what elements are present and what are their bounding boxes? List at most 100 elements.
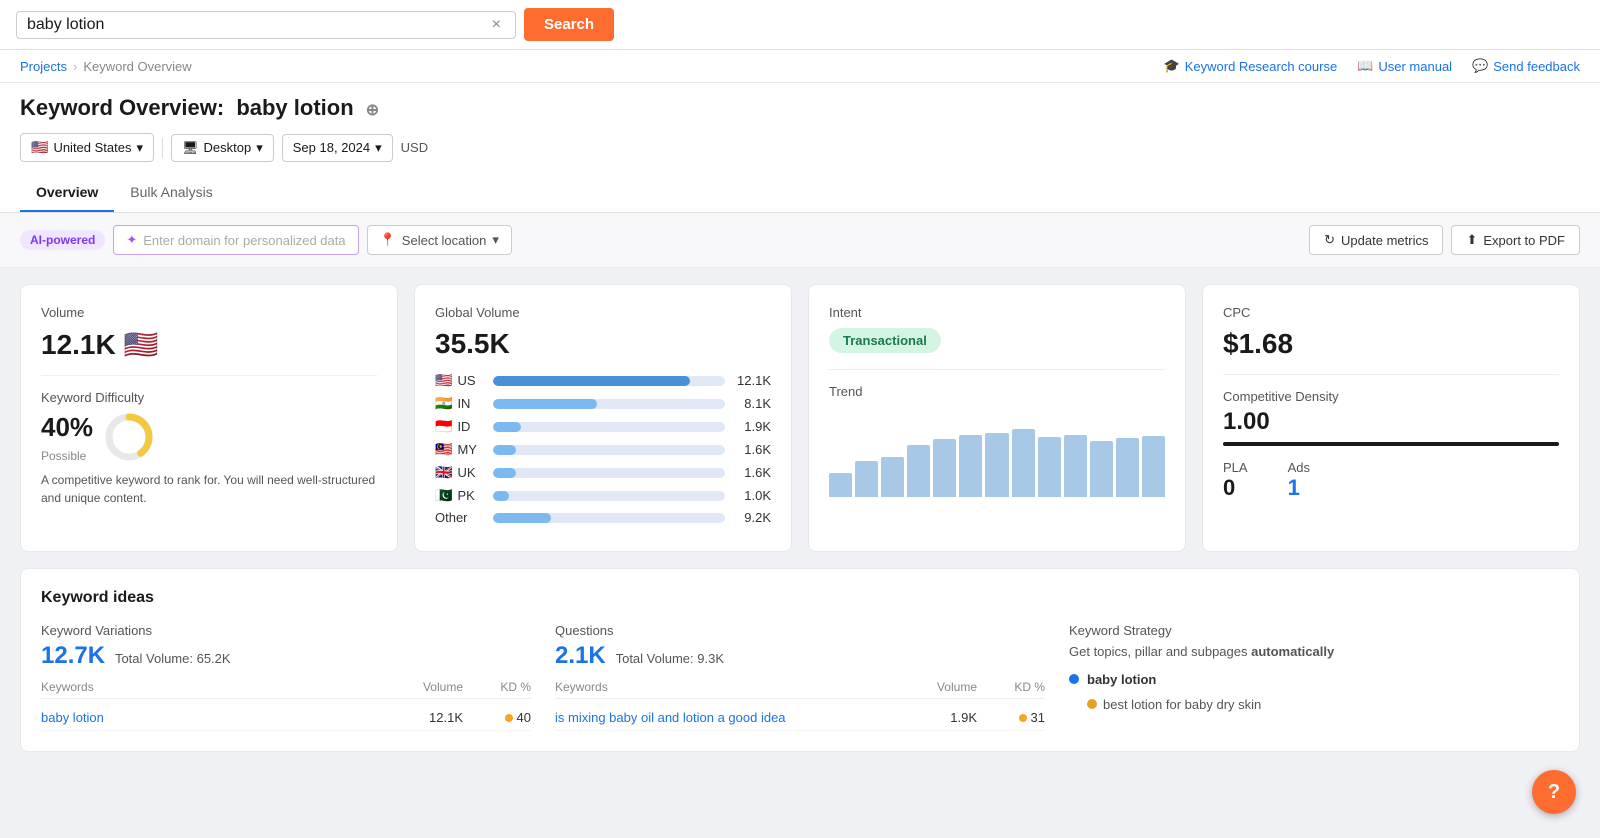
- strategy-keyword-1: baby lotion: [1087, 672, 1156, 687]
- variation-volume: 12.1K: [383, 710, 463, 725]
- global-volume-label: Global Volume: [435, 305, 771, 320]
- country-filter[interactable]: 🇺🇸 United States ▾: [20, 133, 154, 162]
- ads-item: Ads 1: [1288, 460, 1310, 501]
- variations-total: Total Volume: 65.2K: [115, 651, 231, 666]
- questions-col: Questions 2.1K Total Volume: 9.3K Keywor…: [555, 623, 1045, 731]
- toolbar: AI-powered ✦ Enter domain for personaliz…: [0, 213, 1600, 268]
- pla-label: PLA: [1223, 460, 1248, 475]
- questions-total: Total Volume: 9.3K: [616, 651, 724, 666]
- breadcrumb-bar: Projects › Keyword Overview 🎓 Keyword Re…: [0, 50, 1600, 83]
- bar-row-my: 🇲🇾MY 1.6K: [435, 441, 771, 458]
- question-keyword[interactable]: is mixing baby oil and lotion a good ide…: [555, 710, 889, 725]
- variations-col: Keyword Variations 12.7K Total Volume: 6…: [41, 623, 531, 731]
- device-filter[interactable]: 🖥 Desktop ▾: [171, 134, 274, 162]
- trend-bar-2: [855, 461, 878, 497]
- donut-chart: [103, 411, 155, 463]
- cpc-card: CPC $1.68 Competitive Density 1.00 PLA 0…: [1202, 284, 1580, 552]
- trend-bar-7: [985, 433, 1008, 497]
- clear-button[interactable]: ×: [488, 16, 505, 34]
- variation-keyword[interactable]: baby lotion: [41, 710, 375, 725]
- question-volume: 1.9K: [897, 710, 977, 725]
- chevron-down-icon-date: ▾: [375, 140, 382, 156]
- tab-overview[interactable]: Overview: [20, 174, 114, 212]
- chevron-down-icon: ▾: [136, 140, 143, 156]
- questions-count[interactable]: 2.1K: [555, 642, 606, 669]
- variation-kd: 40: [471, 710, 531, 725]
- page-header: Keyword Overview: baby lotion ⊕ 🇺🇸 Unite…: [0, 83, 1600, 213]
- course-icon: 🎓: [1164, 58, 1180, 74]
- kd-label: Keyword Difficulty: [41, 390, 377, 405]
- breadcrumb-separator: ›: [73, 59, 77, 74]
- comp-density-bar: [1223, 442, 1559, 446]
- card-divider: [41, 375, 377, 376]
- kd-value: 40%: [41, 412, 93, 443]
- keyword-course-link[interactable]: 🎓 Keyword Research course: [1164, 58, 1338, 74]
- cards-row: Volume 12.1K 🇺🇸 Keyword Difficulty 40% P…: [20, 284, 1580, 552]
- add-keyword-icon[interactable]: ⊕: [366, 102, 379, 119]
- date-filter[interactable]: Sep 18, 2024 ▾: [282, 134, 393, 162]
- ads-value: 1: [1288, 475, 1310, 501]
- search-input[interactable]: [27, 16, 488, 34]
- trend-bar-3: [881, 457, 904, 497]
- pla-value: 0: [1223, 475, 1248, 501]
- kd-note: Possible: [41, 449, 93, 463]
- tab-bulk-analysis[interactable]: Bulk Analysis: [114, 174, 228, 212]
- user-manual-link[interactable]: 📖 User manual: [1357, 58, 1452, 74]
- global-volume-value: 35.5K: [435, 328, 771, 360]
- toolbar-right: ↻ Update metrics ⬆ Export to PDF: [1309, 225, 1580, 255]
- question-kd: 31: [985, 710, 1045, 725]
- top-bar: × Search: [0, 0, 1600, 50]
- volume-card: Volume 12.1K 🇺🇸 Keyword Difficulty 40% P…: [20, 284, 398, 552]
- bar-row-in: 🇮🇳IN 8.1K: [435, 395, 771, 412]
- page-title: Keyword Overview: baby lotion ⊕: [20, 95, 1580, 121]
- keyword-ideas-card: Keyword ideas Keyword Variations 12.7K T…: [20, 568, 1580, 752]
- kd-desc: A competitive keyword to rank for. You w…: [41, 471, 377, 507]
- breadcrumb-parent[interactable]: Projects: [20, 59, 67, 74]
- questions-title: Questions: [555, 623, 1045, 638]
- us-flag-volume-icon: 🇺🇸: [124, 328, 159, 361]
- strategy-item-2: best lotion for baby dry skin: [1087, 697, 1559, 712]
- questions-row: is mixing baby oil and lotion a good ide…: [555, 705, 1045, 731]
- trend-bar-8: [1012, 429, 1035, 497]
- intent-card: Intent Transactional Trend: [808, 284, 1186, 552]
- intent-label: Intent: [829, 305, 1165, 320]
- trend-bar-13: [1142, 436, 1165, 497]
- us-flag-icon: 🇺🇸: [31, 139, 48, 156]
- send-feedback-link[interactable]: 💬 Send feedback: [1472, 58, 1580, 74]
- trend-chart: [829, 407, 1165, 497]
- breadcrumb: Projects › Keyword Overview: [20, 59, 192, 74]
- volume-value: 12.1K 🇺🇸: [41, 328, 377, 361]
- trend-bar-11: [1090, 441, 1113, 497]
- feedback-icon: 💬: [1472, 58, 1488, 74]
- comp-density-fill: [1223, 442, 1559, 446]
- global-volume-card: Global Volume 35.5K 🇺🇸US 12.1K 🇮🇳IN 8.1K…: [414, 284, 792, 552]
- strategy-dot-yellow: [1087, 699, 1097, 709]
- global-volume-bars: 🇺🇸US 12.1K 🇮🇳IN 8.1K 🇮🇩ID 1.9K 🇲🇾MY: [435, 372, 771, 525]
- variations-title: Keyword Variations: [41, 623, 531, 638]
- export-pdf-button[interactable]: ⬆ Export to PDF: [1451, 225, 1580, 255]
- update-metrics-button[interactable]: ↻ Update metrics: [1309, 225, 1443, 255]
- location-pin-icon: 📍: [380, 232, 396, 248]
- help-button[interactable]: ?: [1532, 770, 1576, 814]
- trend-bar-12: [1116, 438, 1139, 497]
- variations-count[interactable]: 12.7K: [41, 642, 105, 669]
- ads-label: Ads: [1288, 460, 1310, 475]
- location-select-button[interactable]: 📍 Select location ▾: [367, 225, 512, 255]
- bar-row-uk: 🇬🇧UK 1.6K: [435, 464, 771, 481]
- upload-icon: ⬆: [1466, 232, 1477, 248]
- trend-bar-9: [1038, 437, 1061, 497]
- filter-row: 🇺🇸 United States ▾ 🖥 Desktop ▾ Sep 18, 2…: [20, 133, 1580, 162]
- trend-bar-10: [1064, 435, 1087, 497]
- search-button[interactable]: Search: [524, 8, 614, 41]
- desktop-icon: 🖥: [182, 140, 199, 156]
- questions-table-header: Keywords Volume KD %: [555, 680, 1045, 699]
- trend-bar-6: [959, 435, 982, 497]
- bar-row-id: 🇮🇩ID 1.9K: [435, 418, 771, 435]
- domain-input-button[interactable]: ✦ Enter domain for personalized data: [113, 225, 358, 255]
- cpc-label: CPC: [1223, 305, 1559, 320]
- filter-separator: [162, 138, 163, 158]
- variations-table-header: Keywords Volume KD %: [41, 680, 531, 699]
- ai-powered-badge: AI-powered: [20, 230, 105, 250]
- comp-density-value: 1.00: [1223, 408, 1559, 436]
- tabs: Overview Bulk Analysis: [20, 174, 1580, 212]
